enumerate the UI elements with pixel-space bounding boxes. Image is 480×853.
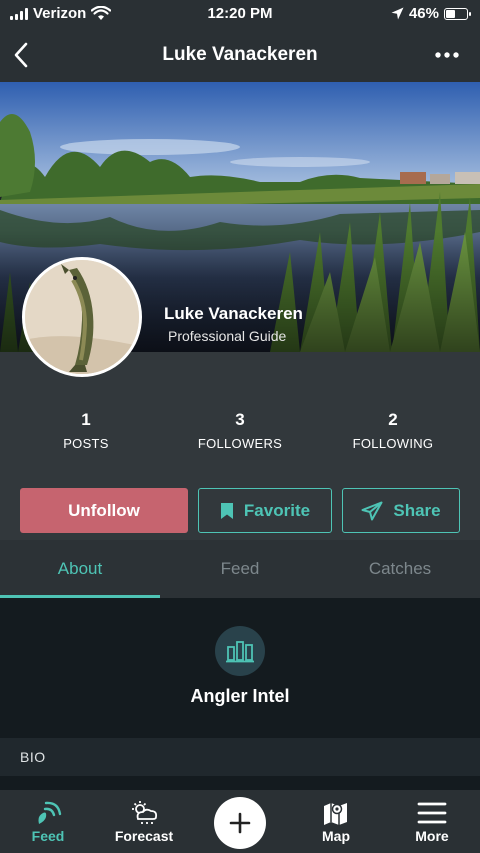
forecast-icon (132, 801, 158, 824)
send-icon (361, 501, 383, 520)
top-header: Luke Vanackeren (0, 28, 480, 82)
stat-value: 1 (81, 410, 91, 429)
add-post-button[interactable] (214, 797, 266, 849)
more-dots-icon (435, 52, 459, 58)
profile-tabs: About Feed Catches (0, 540, 480, 598)
fish-photo-image (25, 260, 139, 374)
nav-label: Forecast (114, 828, 174, 844)
status-bar: Verizon 12:20 PM 46% (0, 0, 480, 28)
stat-label: FOLLOWING (352, 436, 434, 451)
share-label: Share (393, 500, 441, 520)
status-right: 46% (391, 5, 471, 22)
tab-feed[interactable]: Feed (160, 540, 320, 598)
plus-icon (229, 812, 251, 834)
tab-about[interactable]: About (0, 540, 160, 598)
stat-following[interactable]: 2 FOLLOWING (313, 410, 473, 451)
stat-value: 3 (235, 410, 245, 429)
bookmark-icon (220, 502, 233, 519)
angler-intel-title: Angler Intel (190, 686, 290, 706)
nav-more[interactable]: More (384, 790, 480, 853)
unfollow-label: Unfollow (68, 500, 140, 520)
page-title: Luke Vanackeren (162, 44, 318, 65)
profile-name: Luke Vanackeren (164, 304, 303, 323)
stat-label: POSTS (63, 436, 109, 451)
bio-label: BIO (20, 749, 46, 765)
nav-label: Feed (31, 828, 65, 844)
hamburger-icon (417, 802, 447, 824)
location-arrow-icon (391, 7, 404, 20)
nav-label: More (415, 828, 449, 844)
battery-fill (446, 9, 456, 18)
stat-posts[interactable]: 1 POSTS (6, 410, 166, 451)
favorite-label: Favorite (243, 500, 311, 520)
unfollow-button[interactable]: Unfollow (20, 488, 188, 533)
nav-map[interactable]: Map (288, 790, 384, 853)
profile-role: Professional Guide (168, 328, 287, 344)
battery-percent: 46% (408, 5, 439, 22)
about-content: Angler Intel BIO (0, 598, 480, 790)
bio-section-header: BIO (0, 738, 480, 776)
nav-feed[interactable]: Feed (0, 790, 96, 853)
avatar[interactable] (22, 257, 142, 377)
nav-label: Map (322, 828, 350, 844)
feed-icon (38, 801, 62, 824)
favorite-button[interactable]: Favorite (198, 488, 332, 533)
bottom-nav: Feed Forecast Map More (0, 790, 480, 853)
share-button[interactable]: Share (342, 488, 460, 533)
more-options-button[interactable] (434, 46, 460, 64)
angler-intel-icon (215, 626, 265, 676)
stat-label: FOLLOWERS (197, 436, 283, 451)
stat-followers[interactable]: 3 FOLLOWERS (160, 410, 320, 451)
stat-value: 2 (388, 410, 398, 429)
tab-catches[interactable]: Catches (320, 540, 480, 598)
nav-forecast[interactable]: Forecast (96, 790, 192, 853)
bar-chart-icon (226, 641, 254, 663)
battery-icon (444, 7, 471, 20)
map-icon (324, 803, 347, 825)
